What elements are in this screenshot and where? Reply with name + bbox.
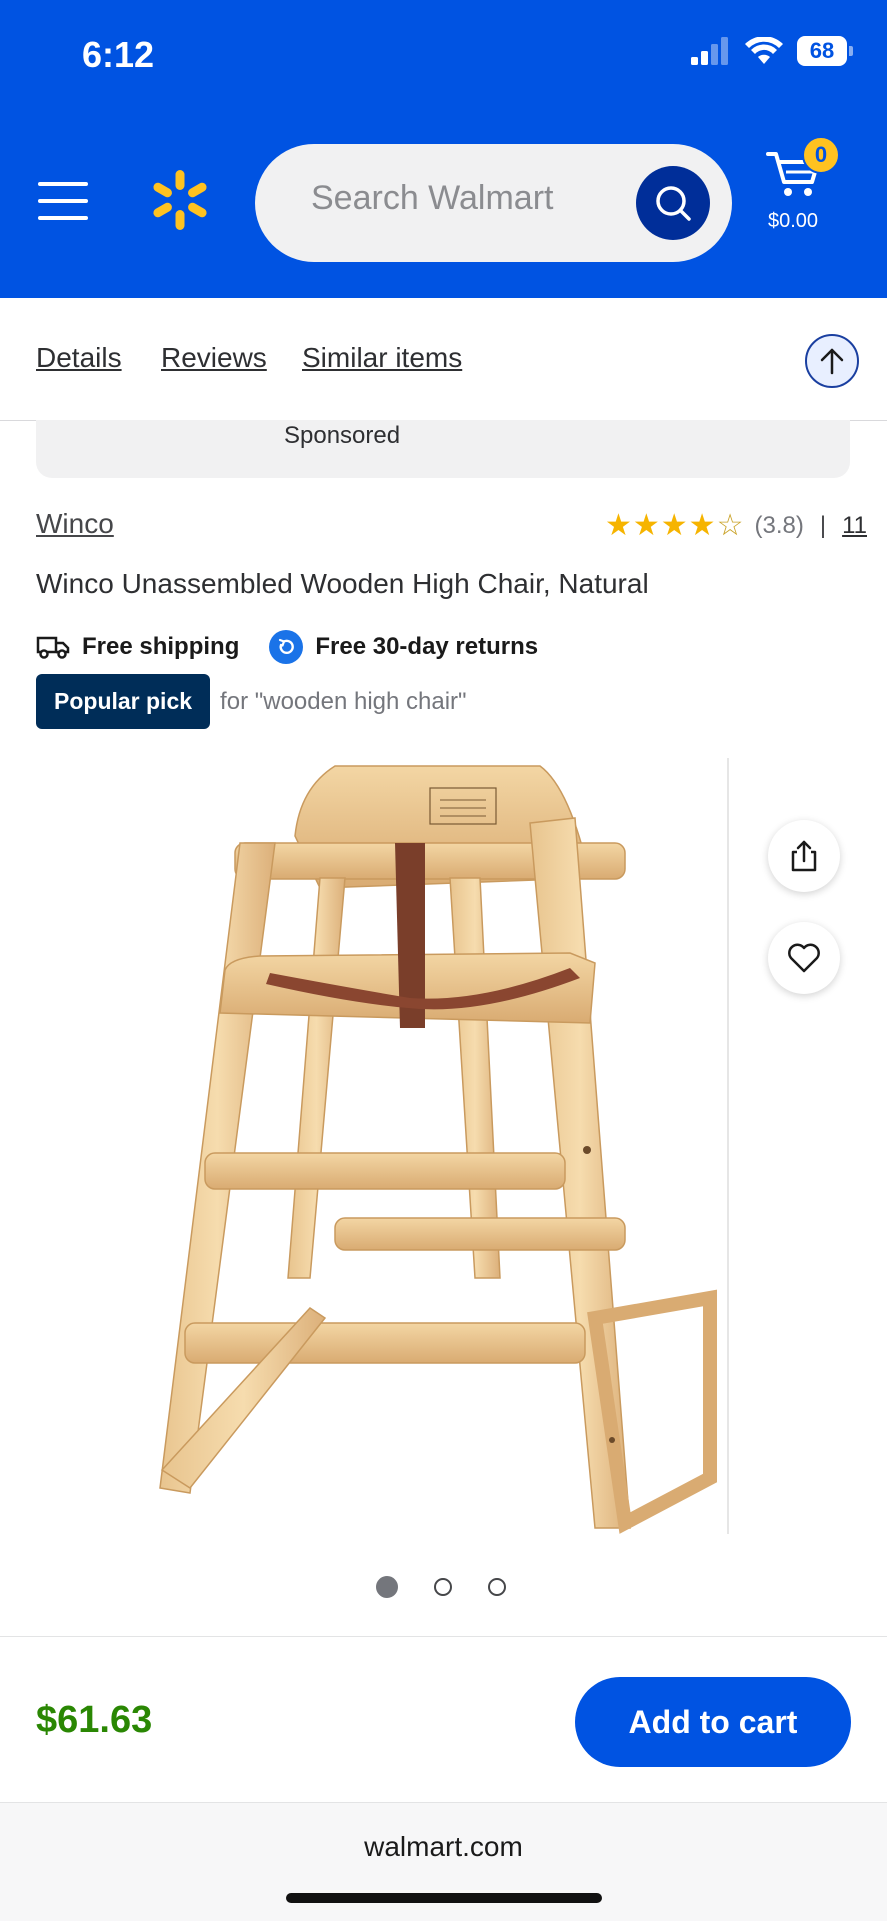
search-input[interactable]	[309, 178, 613, 219]
returns-icon	[269, 630, 304, 664]
cart-total: $0.00	[768, 210, 819, 232]
scroll-to-top-button[interactable]	[805, 334, 859, 388]
battery-icon: 68	[797, 36, 853, 66]
product-perks: Free shipping Free 30-day returns	[36, 630, 538, 664]
app-header: 6:12 68 Search Walmart 0 $0.00	[0, 0, 887, 298]
share-icon	[791, 840, 817, 872]
search-icon	[656, 186, 691, 221]
walmart-spark-logo[interactable]	[148, 168, 212, 232]
share-button[interactable]	[768, 820, 840, 892]
menu-icon-line	[38, 216, 88, 220]
menu-icon-line	[38, 199, 88, 203]
nav-link-similar-items[interactable]: Similar items	[302, 342, 462, 374]
favorite-button[interactable]	[768, 922, 840, 994]
status-time: 6:12	[82, 34, 155, 75]
free-shipping-label: Free shipping	[82, 633, 240, 660]
carousel-dot[interactable]	[488, 1578, 506, 1596]
add-to-cart-button[interactable]: Add to cart	[575, 1677, 851, 1767]
cart-button[interactable]: 0 $0.00	[758, 136, 868, 240]
rating-separator: |	[819, 511, 827, 539]
product-rating[interactable]: ★★★★☆ (3.8) | 11	[605, 508, 867, 543]
nav-link-details[interactable]: Details	[36, 342, 122, 374]
purchase-bar: $61.63 Add to cart	[0, 1636, 887, 1803]
cart-count-badge: 0	[802, 136, 840, 174]
signal-icon	[691, 37, 728, 65]
section-nav: Details Reviews Similar items	[0, 298, 887, 421]
rating-stars-icon: ★★★★☆	[605, 509, 745, 542]
review-count-link[interactable]: 11	[842, 512, 867, 540]
sponsored-ad-card[interactable]: Sponsored	[36, 420, 850, 478]
search-button[interactable]	[636, 166, 710, 240]
product-price: $61.63	[36, 1699, 153, 1741]
search-bar	[255, 144, 732, 262]
nav-link-reviews[interactable]: Reviews	[161, 342, 267, 374]
menu-button[interactable]	[38, 182, 88, 222]
arrow-up-icon	[820, 348, 844, 375]
product-brand-link[interactable]: Winco	[36, 508, 114, 540]
browser-url[interactable]: walmart.com	[0, 1831, 887, 1863]
truck-icon	[36, 636, 70, 659]
home-indicator[interactable]	[286, 1893, 602, 1903]
carousel-dot[interactable]	[434, 1578, 452, 1596]
popular-pick-row: Popular pick for "wooden high chair"	[36, 674, 467, 729]
free-returns-label: Free 30-day returns	[315, 633, 539, 660]
image-carousel-dots	[376, 1576, 506, 1598]
product-title: Winco Unassembled Wooden High Chair, Nat…	[36, 568, 649, 599]
sponsored-label: Sponsored	[284, 422, 401, 449]
browser-url-bar[interactable]: walmart.com	[0, 1802, 887, 1921]
menu-icon-line	[38, 182, 88, 186]
free-returns-perk: Free 30-day returns	[269, 630, 538, 664]
free-shipping-perk: Free shipping	[36, 633, 239, 661]
rating-value: (3.8)	[754, 511, 804, 539]
popular-pick-context: for "wooden high chair"	[220, 687, 467, 715]
wifi-icon	[745, 37, 783, 64]
status-icons: 68	[691, 36, 853, 66]
product-image[interactable]	[150, 758, 730, 1534]
heart-icon	[788, 943, 820, 973]
popular-pick-badge: Popular pick	[36, 674, 211, 729]
carousel-dot[interactable]	[376, 1576, 398, 1598]
